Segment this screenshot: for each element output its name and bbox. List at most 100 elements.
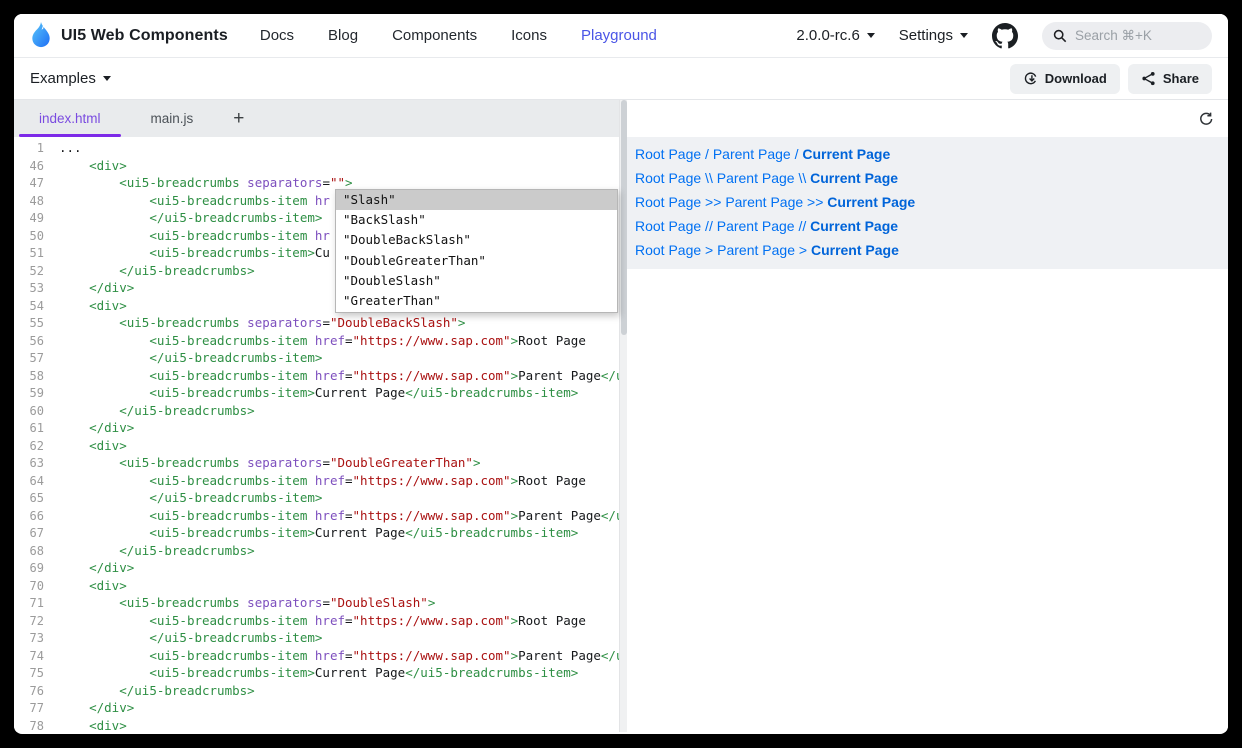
settings-dropdown[interactable]: Settings (899, 27, 968, 44)
download-button[interactable]: Download (1010, 64, 1120, 94)
code-token: Parent Page (518, 368, 601, 383)
breadcrumb-link[interactable]: Root Page (635, 194, 701, 210)
breadcrumb-separator: > (701, 242, 717, 258)
breadcrumb-link[interactable]: Parent Page (717, 170, 795, 186)
nav-item-icons[interactable]: Icons (511, 27, 547, 44)
breadcrumb-link[interactable]: Root Page (635, 218, 701, 234)
code-token: Current Page (315, 665, 405, 680)
code-line[interactable]: 77 </div> (14, 699, 627, 717)
code-line[interactable]: 68 </ui5-breadcrumbs> (14, 542, 627, 560)
code-line[interactable]: 76 </ui5-breadcrumbs> (14, 682, 627, 700)
code-line[interactable]: 46 <div> (14, 157, 627, 175)
code-line[interactable]: 63 <ui5-breadcrumbs separators="DoubleGr… (14, 454, 627, 472)
code-token: > (511, 508, 519, 523)
code-line[interactable]: 73 </ui5-breadcrumbs-item> (14, 629, 627, 647)
code-token (59, 438, 89, 453)
line-number: 76 (14, 683, 44, 701)
code-token: <div> (89, 298, 127, 313)
editor-scrollbar-thumb[interactable] (621, 100, 627, 335)
line-number: 62 (14, 438, 44, 456)
autocomplete-item[interactable]: "DoubleGreaterThan" (336, 251, 617, 271)
line-number: 70 (14, 578, 44, 596)
code-token (59, 718, 89, 733)
code-token: > (458, 315, 466, 330)
autocomplete-item[interactable]: "BackSlash" (336, 210, 617, 230)
brand[interactable]: UI5 Web Components (30, 22, 228, 49)
line-number: 66 (14, 508, 44, 526)
code-line[interactable]: 67 <ui5-breadcrumbs-item>Current Page</u… (14, 524, 627, 542)
code-line[interactable]: 60 </ui5-breadcrumbs> (14, 402, 627, 420)
code-line[interactable]: 72 <ui5-breadcrumbs-item href="https://w… (14, 612, 627, 630)
refresh-button[interactable] (1198, 111, 1214, 127)
code-line[interactable]: 75 <ui5-breadcrumbs-item>Current Page</u… (14, 664, 627, 682)
breadcrumb-link[interactable]: Root Page (635, 170, 701, 186)
code-token: = (345, 473, 353, 488)
code-token: <div> (89, 158, 127, 173)
code-line[interactable]: 1... (14, 139, 627, 157)
code-token (59, 385, 149, 400)
code-line[interactable]: 78 <div> (14, 717, 627, 733)
code-token: <ui5-breadcrumbs (119, 175, 239, 190)
autocomplete-item[interactable]: "GreaterThan" (336, 291, 617, 311)
code-line[interactable]: 58 <ui5-breadcrumbs-item href="https://w… (14, 367, 627, 385)
code-token: hr (315, 228, 330, 243)
code-line[interactable]: 71 <ui5-breadcrumbs separators="DoubleSl… (14, 594, 627, 612)
code-token: separators (247, 455, 322, 470)
code-line[interactable]: 62 <div> (14, 437, 627, 455)
code-line[interactable]: 66 <ui5-breadcrumbs-item href="https://w… (14, 507, 627, 525)
breadcrumb-link[interactable]: Parent Page (725, 194, 803, 210)
code-line[interactable]: 57 </ui5-breadcrumbs-item> (14, 349, 627, 367)
breadcrumb-separator: > (795, 242, 811, 258)
tab-main-js[interactable]: main.js (126, 100, 219, 137)
code-line[interactable]: 69 </div> (14, 559, 627, 577)
code-token (59, 193, 149, 208)
app-window: UI5 Web Components Docs Blog Components … (14, 14, 1228, 734)
code-token (59, 245, 149, 260)
nav-item-components[interactable]: Components (392, 27, 477, 44)
nav-item-playground[interactable]: Playground (581, 27, 657, 44)
breadcrumb-link[interactable]: Parent Page (717, 218, 795, 234)
breadcrumb-row: Root Page \\ Parent Page \\ Current Page (635, 166, 1220, 190)
code-line[interactable]: 48 <ui5-breadcrumbs-item hr"Slash""BackS… (14, 192, 627, 210)
editor-scrollbar[interactable] (619, 100, 627, 732)
code-line[interactable]: 74 <ui5-breadcrumbs-item href="https://w… (14, 647, 627, 665)
code-line[interactable]: 56 <ui5-breadcrumbs-item href="https://w… (14, 332, 627, 350)
tab-index-html[interactable]: index.html (14, 100, 126, 137)
autocomplete-item[interactable]: "Slash" (336, 190, 617, 210)
github-icon (992, 23, 1018, 49)
code-token: "https://www.sap.com" (353, 333, 511, 348)
github-link[interactable] (992, 23, 1018, 49)
share-button[interactable]: Share (1128, 64, 1212, 94)
code-token (59, 700, 89, 715)
code-line[interactable]: 61 </div> (14, 419, 627, 437)
search-input[interactable]: Search ⌘+K (1042, 22, 1212, 50)
code-line[interactable]: 64 <ui5-breadcrumbs-item href="https://w… (14, 472, 627, 490)
autocomplete-item[interactable]: "DoubleSlash" (336, 271, 617, 291)
code-token: <ui5-breadcrumbs (119, 595, 239, 610)
code-token: "https://www.sap.com" (353, 473, 511, 488)
code-token (59, 473, 149, 488)
code-token (59, 560, 89, 575)
code-line[interactable]: 59 <ui5-breadcrumbs-item>Current Page</u… (14, 384, 627, 402)
nav-item-docs[interactable]: Docs (260, 27, 294, 44)
breadcrumb-link[interactable]: Parent Page (717, 242, 795, 258)
code-line[interactable]: 70 <div> (14, 577, 627, 595)
brand-title: UI5 Web Components (61, 27, 228, 45)
version-dropdown[interactable]: 2.0.0-rc.6 (796, 27, 874, 44)
code-area[interactable]: 1...46 <div>47 <ui5-breadcrumbs separato… (14, 137, 627, 732)
code-token: "DoubleSlash" (330, 595, 428, 610)
code-token: </ui5-breadcrumbs-item> (405, 525, 578, 540)
examples-dropdown[interactable]: Examples (30, 70, 111, 87)
breadcrumb-link[interactable]: Root Page (635, 242, 701, 258)
breadcrumb-row: Root Page > Parent Page > Current Page (635, 238, 1220, 262)
code-token: Root Page (518, 613, 586, 628)
line-number: 61 (14, 420, 44, 438)
code-token: Parent Page (518, 508, 601, 523)
code-line[interactable]: 65 </ui5-breadcrumbs-item> (14, 489, 627, 507)
breadcrumb-link[interactable]: Parent Page (713, 146, 791, 162)
code-line[interactable]: 55 <ui5-breadcrumbs separators="DoubleBa… (14, 314, 627, 332)
breadcrumb-link[interactable]: Root Page (635, 146, 701, 162)
nav-item-blog[interactable]: Blog (328, 27, 358, 44)
autocomplete-item[interactable]: "DoubleBackSlash" (336, 230, 617, 250)
new-tab-button[interactable]: + (218, 100, 259, 137)
